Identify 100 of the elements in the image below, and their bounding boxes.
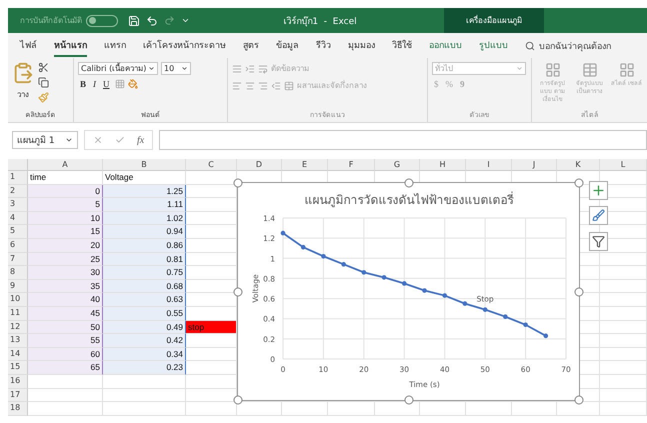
underline-button[interactable]: U	[101, 79, 112, 89]
row-header[interactable]: 17	[8, 388, 28, 402]
insert-function-button[interactable]: fx	[137, 134, 144, 146]
outdent-icon[interactable]	[271, 80, 281, 90]
data-point	[422, 288, 427, 293]
column-header[interactable]: E	[282, 159, 328, 171]
resize-handle[interactable]	[574, 396, 584, 404]
scissors-icon[interactable]	[38, 62, 49, 73]
table-cell	[600, 266, 647, 280]
fill-color-icon[interactable]	[128, 79, 138, 89]
row-header[interactable]: 10	[8, 293, 28, 307]
row-header[interactable]: 7	[8, 252, 28, 266]
row-header[interactable]: 3	[8, 198, 28, 212]
table-style-icon[interactable]	[544, 62, 560, 78]
row-header[interactable]: 8	[8, 266, 28, 280]
row-header[interactable]: 5	[8, 225, 28, 239]
column-header[interactable]: A	[28, 159, 103, 171]
table-style-icon[interactable]	[582, 62, 598, 78]
row-header[interactable]: 2	[8, 184, 28, 198]
ribbon-tab[interactable]: รูปแบบ	[479, 34, 508, 56]
table-cell	[375, 402, 420, 416]
table-cell: 10	[28, 212, 103, 226]
column-header[interactable]: L	[600, 159, 647, 171]
table-cell: 50	[28, 320, 103, 334]
ribbon-tab[interactable]: สูตร	[243, 34, 259, 56]
align-left-icon[interactable]	[232, 80, 242, 90]
table-cell	[420, 402, 466, 416]
data-point	[523, 322, 528, 328]
search-icon[interactable]	[525, 40, 535, 50]
name-box[interactable]: แผนภูมิ 1	[12, 131, 78, 149]
row-header[interactable]: 12	[8, 320, 28, 334]
font-name-field[interactable]: Calibri (เนื้อความ)	[78, 62, 158, 75]
table-cell: 0.86	[103, 238, 186, 253]
chart-elements-button[interactable]	[589, 181, 608, 200]
align-top-icon[interactable]	[232, 64, 242, 74]
ribbon-tab[interactable]: แทรก	[104, 34, 126, 56]
paintbrush-icon[interactable]	[38, 92, 49, 103]
ribbon-tab[interactable]: ข้อมูล	[276, 34, 299, 56]
row-header[interactable]: 18	[8, 402, 28, 416]
undo-icon[interactable]	[146, 14, 158, 26]
row-header[interactable]: 16	[8, 374, 28, 388]
chart-styles-button[interactable]	[589, 206, 608, 225]
resize-handle[interactable]	[574, 287, 584, 296]
save-icon[interactable]	[128, 14, 140, 26]
row-header[interactable]: 15	[8, 361, 28, 375]
copy-icon[interactable]	[38, 77, 49, 88]
formula-field[interactable]	[159, 130, 647, 150]
ribbon-tab[interactable]: ไฟล์	[20, 34, 37, 56]
cancel-icon[interactable]	[93, 135, 103, 145]
table-cell	[600, 374, 647, 388]
column-header[interactable]: H	[420, 159, 466, 171]
row-header[interactable]: 14	[8, 348, 28, 362]
ribbon-tab[interactable]: วิธีใช้	[392, 34, 412, 56]
table-cell	[600, 320, 647, 334]
table-cell	[600, 361, 647, 375]
table-cell: time	[28, 171, 103, 185]
paste-button[interactable]: วาง	[17, 88, 29, 101]
window-title: เวิร์กบุ๊ก1 - Excel	[283, 15, 357, 28]
merge-icon[interactable]	[284, 80, 294, 90]
resize-handle[interactable]	[404, 396, 413, 404]
table-cell	[186, 348, 237, 362]
column-header[interactable]: K	[557, 159, 600, 171]
ribbon-tab[interactable]: ออกแบบ	[429, 34, 462, 56]
bold-button[interactable]: B	[78, 79, 88, 89]
enter-icon[interactable]	[115, 135, 125, 145]
column-header[interactable]: B	[103, 159, 186, 171]
table-cell: 1.11	[103, 198, 186, 212]
column-header[interactable]: D	[237, 159, 282, 171]
font-size-field[interactable]: 10	[161, 62, 191, 75]
tell-me-field[interactable]: บอกฉันว่าคุณต้องก	[539, 38, 611, 52]
row-header[interactable]: 1	[8, 171, 28, 185]
ribbon-tab[interactable]: มุมมอง	[348, 34, 375, 56]
table-style-icon[interactable]	[618, 62, 634, 78]
row-header[interactable]: 4	[8, 212, 28, 226]
table-cell: 35	[28, 280, 103, 294]
column-header[interactable]: G	[375, 159, 420, 171]
table-cell: 0.94	[103, 225, 186, 239]
column-header[interactable]: C	[186, 159, 237, 171]
ribbon-tab[interactable]: รีวิว	[316, 34, 331, 56]
redo-icon[interactable]	[164, 15, 175, 26]
borders-icon[interactable]	[114, 79, 125, 89]
row-header[interactable]: 11	[8, 306, 28, 321]
wrap-text-icon[interactable]	[258, 64, 268, 74]
column-header[interactable]: J	[512, 159, 557, 171]
data-point	[300, 244, 306, 250]
data-point	[503, 314, 508, 319]
row-header[interactable]: 9	[8, 280, 28, 294]
italic-button[interactable]: I	[91, 79, 98, 89]
chart-filters-button[interactable]	[589, 232, 608, 251]
column-header[interactable]: I	[466, 159, 512, 171]
column-header[interactable]: F	[328, 159, 375, 171]
table-cell	[600, 280, 647, 294]
row-header[interactable]: 13	[8, 334, 28, 348]
row-header[interactable]: 6	[8, 238, 28, 253]
align-right-icon[interactable]	[258, 80, 268, 90]
table-cell	[186, 293, 237, 307]
align-center-icon[interactable]	[245, 80, 255, 90]
indent-icon[interactable]	[245, 64, 255, 74]
ribbon-tab[interactable]: เค้าโครงหน้ากระดาษ	[143, 34, 226, 56]
autosave-toggle[interactable]	[86, 14, 118, 26]
